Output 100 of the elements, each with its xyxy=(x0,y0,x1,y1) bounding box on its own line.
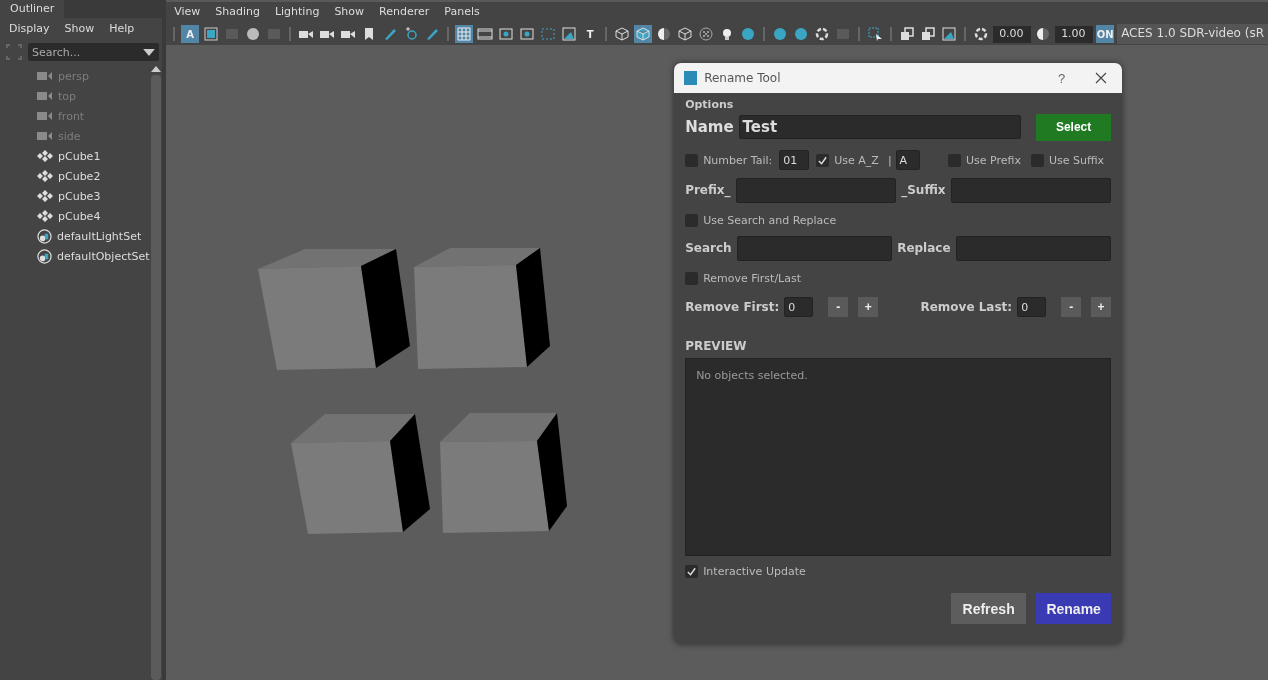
dashed-frame-icon[interactable] xyxy=(539,25,558,43)
menu-item[interactable]: Lighting xyxy=(274,5,320,20)
outliner-item[interactable]: defaultLightSet xyxy=(0,226,151,246)
copy-icon[interactable] xyxy=(898,25,917,43)
section-title: Options xyxy=(685,98,735,111)
checkbox-label: Use Suffix xyxy=(1048,153,1105,167)
copy-icon[interactable] xyxy=(919,25,938,43)
rename-button[interactable]: Rename xyxy=(1036,593,1112,624)
set-icon xyxy=(37,228,52,244)
name-field[interactable]: Test xyxy=(738,115,1022,139)
checkbox[interactable] xyxy=(685,213,699,227)
cube-icon[interactable] xyxy=(613,25,632,43)
dotted-circle-icon[interactable] xyxy=(697,25,716,43)
increment-button[interactable]: + xyxy=(858,297,879,317)
field-label: Remove First: xyxy=(685,300,780,314)
image-icon[interactable] xyxy=(560,25,579,43)
checkbox[interactable] xyxy=(948,153,961,167)
field-label: _Suffix xyxy=(901,183,946,197)
frame-icon[interactable] xyxy=(202,25,221,43)
checkbox[interactable] xyxy=(816,153,830,167)
search-field[interactable]: Search... xyxy=(28,43,160,61)
checkbox-label: Use Search and Replace xyxy=(703,213,837,227)
preview-text: No objects selected. xyxy=(696,369,808,382)
menu-item[interactable]: Show xyxy=(334,5,365,20)
toolbar-grip xyxy=(858,27,861,41)
checkbox-label: Use A_Z xyxy=(834,153,879,167)
camera-icon xyxy=(37,110,53,122)
outliner-item[interactable]: pCube4 xyxy=(0,206,151,226)
menu-item[interactable]: View xyxy=(174,5,201,20)
number-field[interactable]: 01 xyxy=(779,150,810,170)
help-button[interactable]: ? xyxy=(1057,70,1066,86)
checkbox-label: Use Prefix xyxy=(966,153,1021,167)
menu-item[interactable]: Shading xyxy=(215,5,260,20)
decrement-button[interactable]: - xyxy=(1061,297,1082,317)
field-label: Remove Last: xyxy=(920,300,1013,314)
camera-icon xyxy=(37,130,53,142)
toolbar-grip xyxy=(447,27,450,41)
film-icon[interactable] xyxy=(476,25,495,43)
set-icon xyxy=(37,248,52,264)
menu-item[interactable]: Help xyxy=(109,22,135,36)
dropdown-arrow-icon[interactable] xyxy=(143,49,156,56)
outliner-item[interactable]: pCube1 xyxy=(0,146,151,166)
transform-node-icon xyxy=(37,210,53,222)
checkbox-label: Interactive Update xyxy=(703,564,806,578)
toolbar-grip xyxy=(763,27,766,41)
checkbox-label: Remove First/Last xyxy=(703,271,802,285)
grid-icon[interactable] xyxy=(455,25,474,43)
value-field[interactable]: 0.00 xyxy=(993,25,1032,43)
close-icon[interactable] xyxy=(1095,72,1108,84)
panel-tab[interactable]: Outliner xyxy=(0,0,65,18)
decrement-button[interactable]: - xyxy=(828,297,849,317)
cube-icon[interactable] xyxy=(676,25,695,43)
checkbox[interactable] xyxy=(685,271,699,285)
camera-icon xyxy=(37,70,53,82)
color-space-dropdown[interactable]: ACES 1.0 SDR-video (sR xyxy=(1117,24,1268,44)
number-field[interactable]: 0 xyxy=(1017,297,1047,317)
outliner-item[interactable]: defaultObjectSet xyxy=(0,246,151,266)
checkbox[interactable] xyxy=(685,153,699,167)
toolbar-grip xyxy=(964,27,967,41)
checkbox-label: Number Tail: xyxy=(703,153,773,167)
letter-field[interactable]: A xyxy=(895,150,920,170)
number-field[interactable]: 0 xyxy=(784,297,814,317)
toolbar-grip xyxy=(289,27,292,41)
replace-field[interactable] xyxy=(955,235,1112,261)
menu-item[interactable]: Show xyxy=(64,22,95,36)
image-icon[interactable] xyxy=(940,25,959,43)
field-label: Prefix_ xyxy=(685,183,731,197)
app-logo-icon xyxy=(684,71,698,85)
camera-icon xyxy=(37,90,53,102)
checkbox[interactable] xyxy=(685,564,699,578)
menu-item[interactable]: Panels xyxy=(444,5,480,20)
menu-item[interactable]: Display xyxy=(9,22,50,36)
field-label: Replace xyxy=(897,241,951,255)
suffix-field[interactable] xyxy=(950,177,1112,203)
separator-text: | xyxy=(887,153,892,167)
section-title: PREVIEW xyxy=(685,339,748,353)
toolbar-grip xyxy=(890,27,893,41)
scroll-up-arrow-icon[interactable] xyxy=(150,66,161,72)
value-field[interactable]: 1.00 xyxy=(1055,25,1094,43)
prefix-field[interactable] xyxy=(735,177,897,203)
transform-node-icon xyxy=(37,150,53,162)
outliner-item[interactable]: pCube3 xyxy=(0,186,151,206)
outliner-item[interactable]: pCube2 xyxy=(0,166,151,186)
toggle-button[interactable]: T xyxy=(581,25,600,43)
increment-button[interactable]: + xyxy=(1091,297,1112,317)
select-button[interactable]: Select xyxy=(1036,113,1112,141)
toolbar-grip xyxy=(173,27,176,41)
scrollbar[interactable] xyxy=(150,64,162,680)
dot-icon[interactable] xyxy=(497,25,516,43)
dot-icon[interactable] xyxy=(518,25,537,43)
cube-icon[interactable] xyxy=(634,25,653,43)
search-field[interactable] xyxy=(736,235,893,261)
window-title: Rename Tool xyxy=(704,71,782,85)
menu-item[interactable]: Renderer xyxy=(379,5,430,20)
toolbar-grip xyxy=(605,27,608,41)
refresh-button[interactable]: Refresh xyxy=(951,593,1027,624)
transform-node-icon xyxy=(37,170,53,182)
field-label: Search xyxy=(685,241,732,255)
transform-node-icon xyxy=(37,190,53,202)
checkbox[interactable] xyxy=(1030,153,1044,167)
